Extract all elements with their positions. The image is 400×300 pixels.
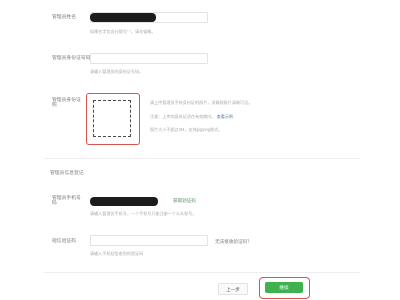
admin-id-hint: 请输入管理员的身份证号码。 bbox=[90, 69, 144, 74]
registration-form: 管理员姓名 如果名字包含分隔号“·”，请勿省略。 管理员身份证号码 请输入管理员… bbox=[0, 0, 400, 300]
photo-upload-box[interactable] bbox=[93, 100, 131, 137]
admin-id-label: 管理员身份证号码 bbox=[52, 56, 91, 61]
admin-phone-label: 管理员手机号码 bbox=[52, 196, 81, 207]
admin-id-input[interactable] bbox=[90, 53, 208, 64]
admin-name-label: 管理员姓名 bbox=[52, 15, 76, 20]
admin-name-hint: 如果名字包含分隔号“·”，请勿省略。 bbox=[90, 29, 156, 34]
section-divider bbox=[44, 158, 360, 159]
photo-desc-text: 注意：上传的身份证须在有效期内。 bbox=[150, 114, 216, 119]
sms-code-hint: 请输入手机短信收到的验证码 bbox=[90, 251, 144, 256]
get-code-link[interactable]: 获取验证码 bbox=[173, 198, 196, 204]
photo-upload-highlight bbox=[86, 93, 140, 145]
prev-button[interactable]: 上一步 bbox=[218, 283, 248, 295]
photo-desc-line2: 注意：上传的身份证须在有效期内。 查看示例 bbox=[150, 114, 233, 119]
next-button-highlight: 继续 bbox=[259, 277, 310, 299]
cannot-receive-link[interactable]: 无法接收验证码？ bbox=[215, 239, 252, 245]
redacted-name bbox=[90, 13, 156, 22]
admin-photo-label: 管理员身份证照 bbox=[52, 98, 81, 109]
admin-phone-hint: 请输入管理员手机号，一个手机号只能注册一个公众账号。 bbox=[90, 211, 197, 216]
sms-code-label: 短信验证码 bbox=[52, 239, 76, 244]
footer-divider bbox=[44, 272, 360, 273]
photo-desc-line1: 请上传管理员手持身份证的照片，须确保照片清晰可见。 bbox=[150, 100, 253, 105]
photo-example-link[interactable]: 查看示例 bbox=[217, 114, 233, 119]
sms-code-input[interactable] bbox=[90, 235, 208, 246]
redacted-phone bbox=[90, 197, 158, 206]
photo-desc-line3: 照片大小不超过2M，支持jpg/png格式。 bbox=[150, 127, 223, 132]
section-title: 管理员信息登记 bbox=[50, 171, 84, 176]
next-button[interactable]: 继续 bbox=[265, 282, 303, 293]
